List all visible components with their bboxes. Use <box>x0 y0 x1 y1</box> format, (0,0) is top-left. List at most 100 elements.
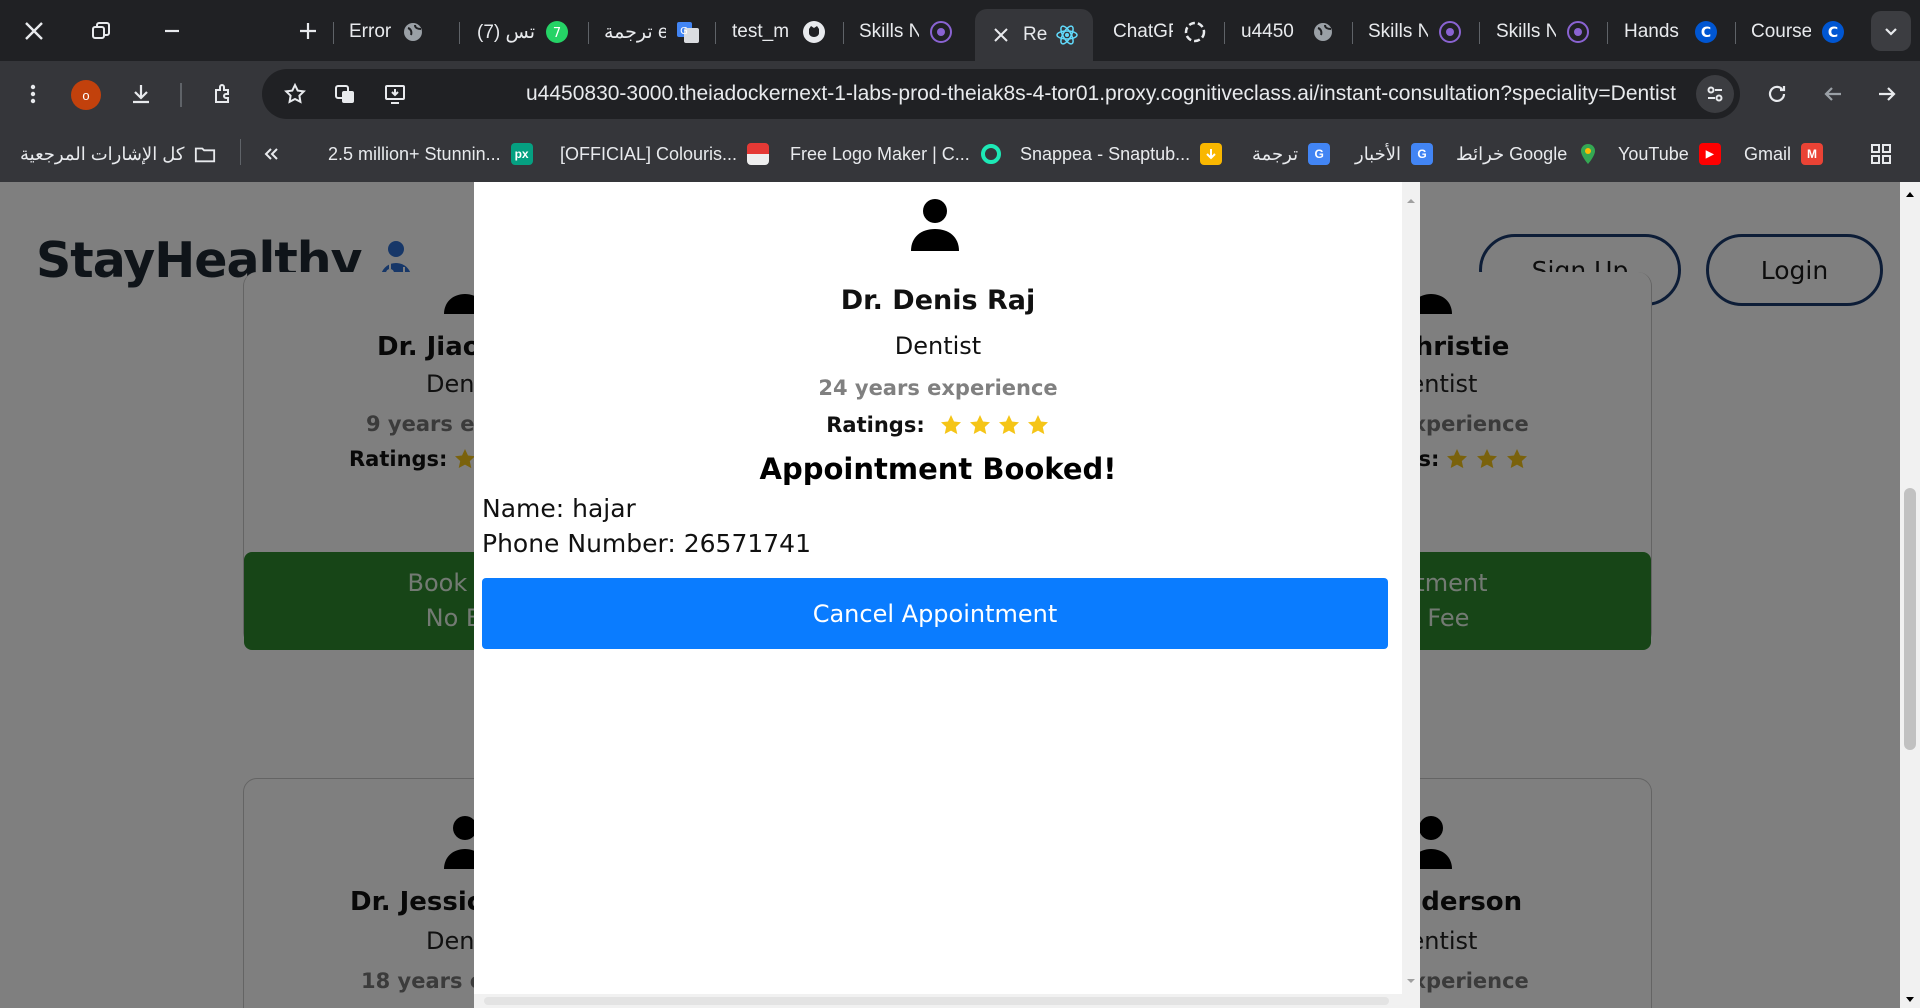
tab-u4450[interactable]: u4450 <box>1241 9 1341 55</box>
star-icon <box>940 415 961 435</box>
reload-icon[interactable] <box>1756 73 1798 115</box>
coursera-icon: C <box>1694 20 1718 44</box>
restore-window-icon[interactable] <box>79 10 123 52</box>
double-chevron-left-icon <box>264 148 278 160</box>
bookmark-item-youtube[interactable]: YouTube ▶ <box>1618 139 1721 169</box>
globe-icon <box>401 20 425 44</box>
tab-coursera-course[interactable]: Course C <box>1751 9 1851 55</box>
bookmarks-bar: كل الإشارات المرجعية 2.5 million+ Stunni… <box>0 127 1920 183</box>
folder-icon <box>194 143 216 165</box>
coursera-icon: C <box>1821 20 1845 44</box>
tab-label: Skills N <box>859 21 919 42</box>
youtube-icon: ▶ <box>1698 143 1721 165</box>
page-vertical-scrollbar[interactable] <box>1900 182 1920 1008</box>
skills-network-icon <box>929 20 953 44</box>
bookmark-star-icon[interactable] <box>274 73 316 115</box>
modal-hscroll-thumb[interactable] <box>484 997 1389 1005</box>
bookmark-item-translate[interactable]: ترجمة G <box>1252 139 1331 169</box>
scroll-down-arrow-icon <box>1906 997 1914 1002</box>
tab-error[interactable]: Error <box>349 9 443 55</box>
bookmark-label: 2.5 million+ Stunnin... <box>328 143 501 164</box>
tab-search-button[interactable] <box>1871 11 1911 51</box>
star-icon <box>998 415 1019 435</box>
tab-translate[interactable]: ترجمة e G <box>604 9 704 55</box>
all-bookmarks-folder[interactable]: كل الإشارات المرجعية <box>20 139 216 169</box>
apps-grid-icon[interactable] <box>1870 139 1892 169</box>
url-text: u4450830-3000.theiadockernext-1-labs-pro… <box>526 82 1677 105</box>
tab-label: Re <box>1023 24 1047 45</box>
menu-kebab-icon[interactable] <box>12 73 54 115</box>
bookmark-item-gmail[interactable]: Gmail M <box>1744 139 1824 169</box>
minimize-window-icon[interactable] <box>150 10 194 52</box>
downloads-icon[interactable] <box>120 73 162 115</box>
modal-horizontal-scrollbar[interactable] <box>474 994 1420 1008</box>
new-tab-button[interactable] <box>287 10 329 52</box>
forward-arrow-icon[interactable] <box>1866 73 1908 115</box>
bookmark-item-snappea[interactable]: Snappea - Snaptub... <box>1020 139 1223 169</box>
bookmark-item-maps[interactable]: خرائط Google <box>1456 139 1599 169</box>
modal-content: Dr. Denis Raj Dentist 24 years experienc… <box>474 182 1402 994</box>
cancel-appointment-button[interactable]: Cancel Appointment <box>482 578 1388 649</box>
skills-network-icon <box>1438 20 1462 44</box>
tab-whatsapp[interactable]: (7) واتس 7 <box>477 9 577 55</box>
gmail-icon: M <box>1801 143 1824 165</box>
bookmark-item-news[interactable]: الأخبار G <box>1355 139 1434 169</box>
close-tab-icon[interactable] <box>989 23 1013 47</box>
tab-label: Skills N <box>1368 21 1428 42</box>
doctor-ratings: Ratings: <box>474 413 1402 437</box>
address-bar[interactable]: u4450830-3000.theiadockernext-1-labs-pro… <box>262 69 1740 119</box>
appointment-modal: Dr. Denis Raj Dentist 24 years experienc… <box>474 182 1420 1008</box>
svg-text:C: C <box>1701 25 1711 41</box>
bookmark-label: YouTube <box>1618 143 1689 164</box>
bookmark-item-colourise[interactable]: [OFFICIAL] Colouris... <box>560 139 770 169</box>
rating-stars <box>939 413 1050 437</box>
bookmark-label: Free Logo Maker | C... <box>790 143 970 164</box>
back-arrow-icon[interactable] <box>1812 73 1854 115</box>
bookmark-label: خرائط Google <box>1456 143 1568 164</box>
tab-github[interactable]: test_m <box>732 9 832 55</box>
doctor-name: Dr. Denis Raj <box>840 285 1036 316</box>
tab-chatgpt[interactable]: ChatGP <box>1113 9 1213 55</box>
google-maps-icon <box>1577 143 1599 165</box>
bookmark-label: Snappea - Snaptub... <box>1020 143 1191 164</box>
page-viewport: StayHealthy Sign Up Login Dr. Jiao Denti… <box>0 182 1900 1008</box>
tab-label: Error <box>349 21 392 42</box>
close-window-icon[interactable] <box>12 10 56 52</box>
scroll-up-arrow-icon <box>1407 199 1415 203</box>
bookmark-item-logo-maker[interactable]: Free Logo Maker | C... <box>790 139 1002 169</box>
bookmarks-overflow-button[interactable] <box>262 139 280 169</box>
google-translate-icon: G <box>676 20 700 44</box>
bookmark-label: ترجمة <box>1252 143 1299 164</box>
doctor-experience: 24 years experience <box>818 376 1058 400</box>
chevron-down-icon <box>1885 28 1897 36</box>
px-icon: px <box>510 143 533 165</box>
install-app-icon[interactable] <box>374 73 416 115</box>
tab-label: test_m <box>732 21 790 42</box>
bookmark-label: Gmail <box>1744 143 1792 164</box>
tab-label: u4450 <box>1241 21 1294 42</box>
tab-skills-network-3[interactable]: Skills N <box>1496 9 1596 55</box>
bookmark-label: [OFFICIAL] Colouris... <box>560 143 738 164</box>
tab-coursera-hands[interactable]: Hands C <box>1624 9 1724 55</box>
patient-phone: Phone Number: 26571741 <box>482 529 811 558</box>
tab-skills-network-1[interactable]: Skills N <box>859 9 959 55</box>
modal-vertical-scrollbar[interactable] <box>1402 182 1420 994</box>
react-icon <box>1055 23 1079 47</box>
tab-react-active[interactable]: Re <box>975 9 1093 61</box>
tab-label: ChatGP <box>1113 21 1173 42</box>
plus-icon <box>300 23 316 39</box>
patient-name: Name: hajar <box>482 494 636 523</box>
profile-avatar[interactable]: o <box>71 80 101 110</box>
translate-page-icon[interactable] <box>324 73 366 115</box>
bookmark-item-px[interactable]: 2.5 million+ Stunnin... px <box>328 139 533 169</box>
tab-skills-network-2[interactable]: Skills N <box>1368 9 1468 55</box>
openai-icon <box>1183 20 1207 44</box>
site-settings-icon[interactable] <box>1696 75 1734 113</box>
extensions-icon[interactable] <box>202 73 244 115</box>
tab-label: (7) واتس <box>477 21 535 43</box>
google-news-icon: G <box>1411 143 1434 165</box>
page-scroll-thumb[interactable] <box>1904 488 1916 750</box>
scroll-down-arrow-icon <box>1407 979 1415 983</box>
toolbar-divider <box>180 83 182 107</box>
bookmark-label: الأخبار <box>1355 143 1402 164</box>
